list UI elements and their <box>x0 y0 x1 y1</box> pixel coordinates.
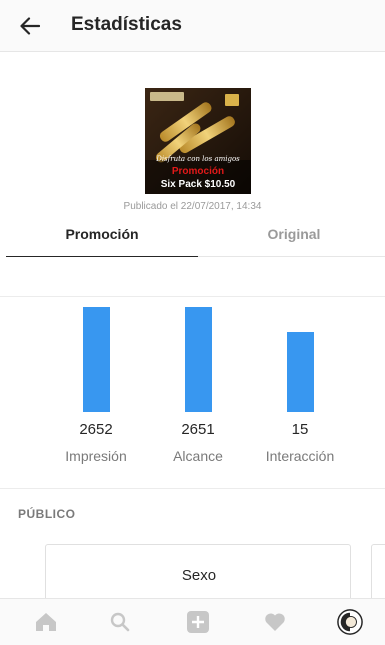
home-icon[interactable] <box>33 609 59 635</box>
page-title: Estadísticas <box>71 14 182 35</box>
divider <box>0 296 385 297</box>
tab-divider <box>198 256 385 257</box>
bar-category-label: Interacción <box>265 448 335 464</box>
post-thumbnail[interactable]: Disfruta con los amigos Promoción Six Pa… <box>145 88 251 194</box>
add-icon[interactable] <box>185 609 211 635</box>
top-bar: Estadísticas <box>0 0 385 52</box>
audience-section-label: PÚBLICO <box>18 507 76 521</box>
bottom-navigation <box>0 598 385 645</box>
tab-original[interactable]: Original <box>198 226 385 256</box>
bar-value-label: 15 <box>291 421 309 438</box>
bar-interacción <box>286 332 314 412</box>
bar-category-label: Impresión <box>65 448 127 464</box>
bar-value-label: 2651 <box>181 421 215 438</box>
profile-avatar-icon[interactable] <box>337 609 363 635</box>
gender-card-title: Sexo <box>181 567 217 584</box>
bar-value-label: 2652 <box>79 421 113 438</box>
thumb-caption: Disfruta con los amigos <box>155 155 240 163</box>
back-arrow-icon[interactable] <box>14 10 46 42</box>
search-icon[interactable] <box>107 609 133 635</box>
bar-category-label: Alcance <box>173 448 223 464</box>
thumb-price-text: Six Pack $10.50 <box>161 179 236 190</box>
published-date: Publicado el 22/07/2017, 14:34 <box>123 201 262 212</box>
divider <box>0 488 385 489</box>
heart-icon[interactable] <box>262 609 288 635</box>
bar-alcance <box>184 307 212 412</box>
thumb-promo-text: Promoción <box>172 166 224 177</box>
tab-promocion[interactable]: Promoción <box>6 226 198 256</box>
bar-impresión <box>82 307 110 412</box>
active-tab-indicator <box>6 256 198 257</box>
